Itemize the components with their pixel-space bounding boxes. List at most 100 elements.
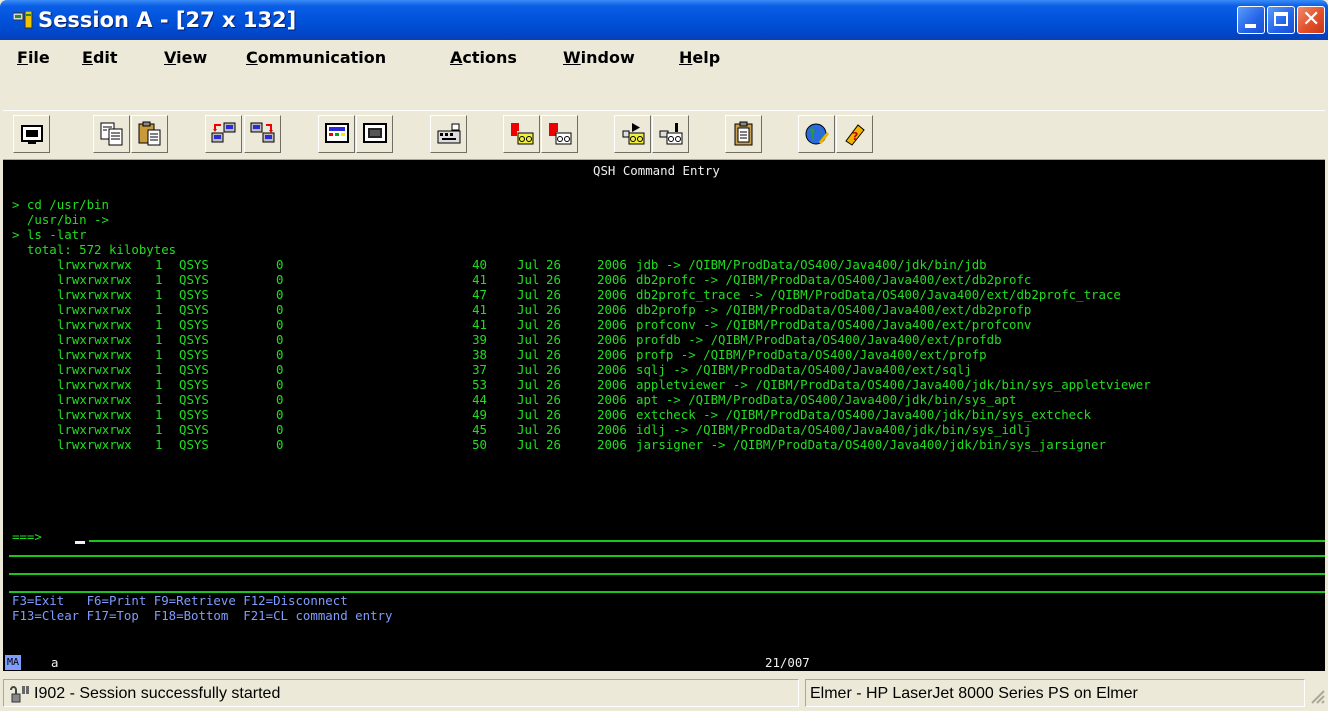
function-keys-line-1: F3=Exit F6=Print F9=Retrieve F12=Disconn… (12, 593, 348, 608)
copy-button[interactable] (93, 115, 130, 153)
stop-macro-button[interactable] (541, 115, 578, 153)
listing-group: 0 (276, 317, 284, 332)
listing-perms: lrwxrwxrwx (57, 407, 132, 422)
listing-entry: jdb -> /QIBM/ProdData/OS400/Java400/jdk/… (636, 257, 987, 272)
listing-group: 0 (276, 257, 284, 272)
menu-view-mnemonic: V (164, 48, 177, 67)
listing-links: 1 (155, 272, 163, 287)
display-keypad-icon (325, 123, 349, 143)
close-icon: ✕ (1302, 7, 1321, 32)
session-indicator: a (51, 655, 59, 670)
menu-view[interactable]: View (164, 48, 207, 68)
listing-links: 1 (155, 302, 163, 317)
play-macro-icon (622, 123, 645, 145)
command-output: /usr/bin -> (12, 212, 109, 227)
status-message: I902 - Session successfully started (34, 685, 281, 702)
listing-year: 2006 (597, 347, 627, 362)
menu-communication[interactable]: Communication (246, 48, 386, 68)
title-bar[interactable]: Session A - [27 x 132] ✕ (0, 0, 1328, 40)
menu-edit-mnemonic: E (82, 48, 93, 67)
listing-perms: lrwxrwxrwx (57, 332, 132, 347)
listing-group: 0 (276, 272, 284, 287)
listing-entry: profdb -> /QIBM/ProdData/OS400/Java400/e… (636, 332, 1002, 347)
paste-button[interactable] (131, 115, 168, 153)
play-macro-button[interactable] (614, 115, 651, 153)
listing-month: Jul (517, 332, 540, 347)
toolbar: ? (3, 110, 1325, 160)
menu-file-label: ile (27, 48, 50, 67)
minimize-button[interactable] (1237, 6, 1265, 34)
input-line-2[interactable] (9, 555, 1325, 557)
paste-icon (138, 121, 161, 146)
quick-keypad-button[interactable] (356, 115, 393, 153)
printer-pane: Elmer - HP LaserJet 8000 Series PS on El… (805, 679, 1305, 707)
command-input-field[interactable] (89, 540, 1325, 542)
listing-year: 2006 (597, 287, 627, 302)
close-button[interactable]: ✕ (1297, 6, 1325, 34)
menu-file[interactable]: File (17, 48, 50, 68)
receive-file-button[interactable] (244, 115, 281, 153)
display-keypad-button[interactable] (318, 115, 355, 153)
menu-edit-label: dit (92, 48, 118, 67)
listing-perms: lrwxrwxrwx (57, 317, 132, 332)
listing-year: 2006 (597, 332, 627, 347)
resize-grip-icon[interactable] (1306, 683, 1326, 707)
listing-day: 26 (546, 422, 561, 437)
macro-playback-icon (659, 123, 683, 145)
menu-help[interactable]: Help (679, 48, 720, 68)
menu-actions-mnemonic: A (450, 48, 463, 67)
web-icon (805, 123, 830, 145)
listing-year: 2006 (597, 407, 627, 422)
listing-group: 0 (276, 332, 284, 347)
receive-file-icon (250, 122, 275, 143)
listing-month: Jul (517, 347, 540, 362)
send-file-button[interactable] (205, 115, 242, 153)
listing-perms: lrwxrwxrwx (57, 257, 132, 272)
listing-month: Jul (517, 362, 540, 377)
maximize-icon (1274, 12, 1288, 26)
listing-entry: apt -> /QIBM/ProdData/OS400/Java400/jdk/… (636, 392, 1017, 407)
listing-group: 0 (276, 437, 284, 452)
listing-size: 49 (472, 407, 487, 422)
web-button[interactable] (798, 115, 835, 153)
menu-actions[interactable]: Actions (450, 48, 517, 68)
print-screen-button[interactable] (13, 115, 50, 153)
maximize-button[interactable] (1267, 6, 1295, 34)
send-file-icon (211, 122, 236, 143)
copy-icon (100, 122, 123, 146)
listing-month: Jul (517, 422, 540, 437)
menu-bar: File Edit View Communication Actions Win… (0, 40, 1328, 78)
help-icon: ? (845, 124, 865, 146)
menu-edit[interactable]: Edit (82, 48, 118, 68)
minimize-icon (1245, 24, 1256, 28)
listing-entry: extcheck -> /QIBM/ProdData/OS400/Java400… (636, 407, 1092, 422)
clipboard-button[interactable] (725, 115, 762, 153)
menu-window-label: indow (580, 48, 635, 67)
record-macro-button[interactable] (503, 115, 540, 153)
listing-size: 45 (472, 422, 487, 437)
macro-button[interactable] (430, 115, 467, 153)
listing-entry: db2profc -> /QIBM/ProdData/OS400/Java400… (636, 272, 1032, 287)
function-keys-line-2: F13=Clear F17=Top F18=Bottom F21=CL comm… (12, 608, 393, 623)
menu-window[interactable]: Window (563, 48, 635, 68)
listing-entry: jarsigner -> /QIBM/ProdData/OS400/Java40… (636, 437, 1106, 452)
listing-perms: lrwxrwxrwx (57, 347, 132, 362)
listing-entry: idlj -> /QIBM/ProdData/OS400/Java400/jdk… (636, 422, 1032, 437)
listing-links: 1 (155, 377, 163, 392)
status-bar: I902 - Session successfully started Elme… (0, 677, 1328, 711)
command-line: > cd /usr/bin (12, 197, 109, 212)
listing-links: 1 (155, 392, 163, 407)
listing-day: 26 (546, 407, 561, 422)
cursor-position: 21/007 (765, 655, 810, 670)
help-button[interactable]: ? (836, 115, 873, 153)
listing-owner: QSYS (179, 272, 209, 287)
listing-month: Jul (517, 437, 540, 452)
listing-perms: lrwxrwxrwx (57, 302, 132, 317)
listing-year: 2006 (597, 437, 627, 452)
macro-playback-button[interactable] (652, 115, 689, 153)
input-line-3[interactable] (9, 573, 1325, 575)
listing-group: 0 (276, 422, 284, 437)
terminal-screen[interactable]: QSH Command Entry > cd /usr/bin /usr/bin… (3, 160, 1325, 671)
listing-perms: lrwxrwxrwx (57, 392, 132, 407)
listing-owner: QSYS (179, 347, 209, 362)
